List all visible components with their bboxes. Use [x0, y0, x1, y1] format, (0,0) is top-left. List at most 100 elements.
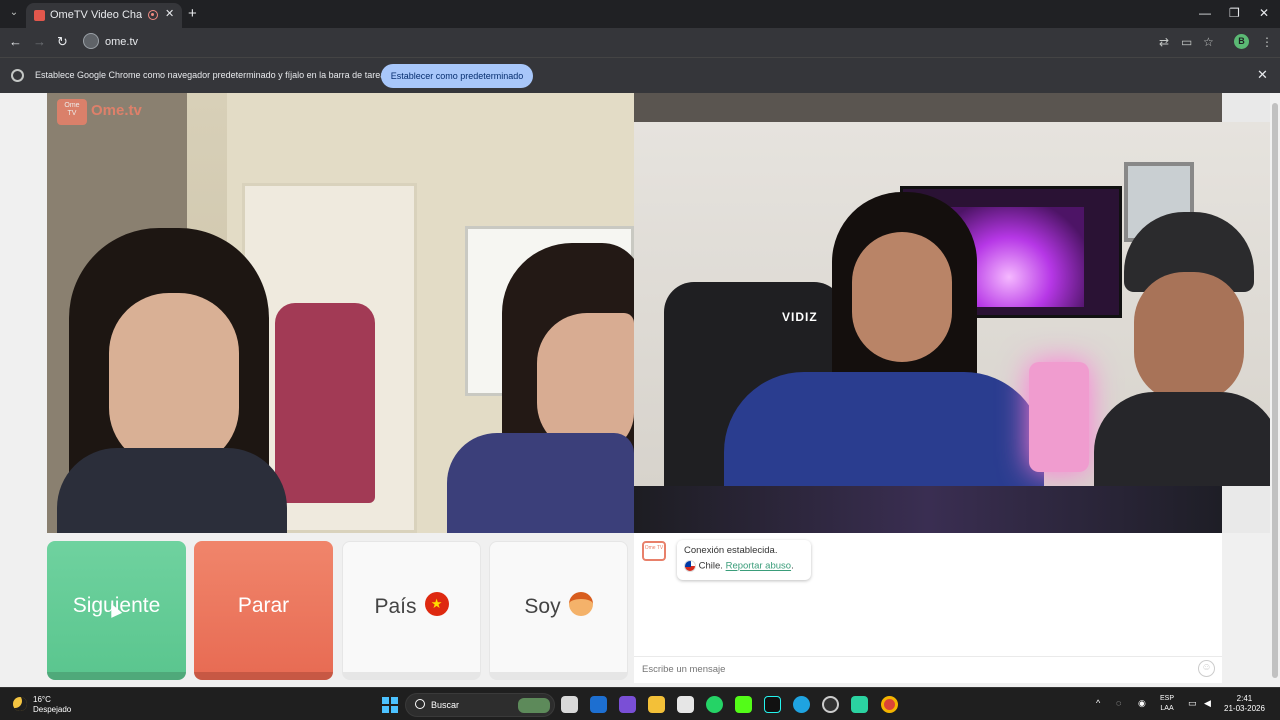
tray-display-icon[interactable]: ▭	[1188, 698, 1197, 709]
local-video-person1-shirt	[57, 448, 287, 533]
language-code: ESP	[1160, 695, 1175, 702]
remote-video-bottom-strip	[634, 486, 1222, 533]
country-button-label: País	[374, 595, 417, 618]
emoji-smile-icon[interactable]: ☺	[1198, 660, 1215, 677]
chrome-taskbar-icon[interactable]	[881, 696, 898, 713]
remote-video-frame: VIDIZ	[634, 122, 1270, 492]
taskbar-clock[interactable]: 2:41 21-03-2026	[1224, 694, 1265, 714]
keyboard-layout: LAA	[1160, 705, 1174, 712]
browser-tab[interactable]: OmeTV Video Chat — Ome ✕	[26, 3, 182, 28]
infobar-close-icon[interactable]: ✕	[1257, 67, 1268, 83]
report-suffix: .	[791, 560, 794, 572]
ometv-favicon-icon	[34, 10, 45, 21]
clock-date: 21-03-2026	[1224, 704, 1265, 713]
search-highlight-icon	[518, 698, 550, 713]
kick-icon[interactable]	[735, 696, 752, 713]
chile-flag-icon	[684, 560, 696, 572]
china-flag-icon: ★	[424, 592, 449, 617]
chrome-icon	[11, 69, 24, 82]
remote-video-microphone	[1029, 362, 1089, 472]
window-minimize-button[interactable]: —	[1199, 6, 1211, 20]
tiktok-icon[interactable]	[764, 696, 781, 713]
clock-time: 2:41	[1236, 694, 1253, 703]
whatsapp-icon[interactable]	[706, 696, 723, 713]
remote-video: VIDIZ	[634, 93, 1270, 533]
tab-close-icon[interactable]: ✕	[165, 7, 174, 20]
ometv-page: Ome TV Ome.tv VIDIZ Siguiente Parar País…	[0, 93, 1270, 687]
remote-video-top-strip	[634, 93, 1222, 122]
task-view-icon[interactable]	[561, 696, 578, 713]
tray-network-icon[interactable]: ◌	[1116, 698, 1121, 708]
report-abuse-link[interactable]: Reportar abuso	[726, 561, 791, 572]
windows-taskbar: 16°C Despejado Buscar ^ ◌ ◉ ESP LAA ▭ ◀ …	[0, 687, 1280, 720]
site-info-icon[interactable]	[83, 33, 99, 49]
remote-video-man-shirt	[1094, 392, 1270, 486]
ometv-logo-tv-icon: Ome TV	[57, 99, 87, 125]
cast-icon[interactable]: ▭	[1181, 35, 1192, 49]
tab-search-icon[interactable]: ⌄	[6, 5, 22, 21]
profile-avatar[interactable]: B	[1234, 34, 1249, 49]
local-video-person1-face	[109, 293, 239, 468]
copilot-icon[interactable]	[619, 696, 636, 713]
local-video: Ome TV Ome.tv	[47, 93, 634, 533]
gender-button-label: Soy	[524, 595, 561, 618]
forward-icon[interactable]: →	[33, 34, 46, 49]
reload-icon[interactable]: ↻	[57, 34, 68, 50]
local-video-person2-face	[537, 313, 634, 453]
address-bar[interactable]: ome.tv	[105, 36, 138, 48]
outlook-icon[interactable]	[590, 696, 607, 713]
window-close-button[interactable]: ✕	[1259, 6, 1269, 20]
partner-country: Chile.	[698, 560, 723, 572]
settings-gear-icon[interactable]	[822, 696, 839, 713]
set-default-button[interactable]: Establecer como predeterminado	[381, 64, 533, 88]
chat-input-bar: ☺	[634, 656, 1222, 680]
connection-status-text: Conexión establecida.	[684, 545, 778, 556]
back-icon[interactable]: ←	[9, 34, 22, 49]
infobar-message: Establece Google Chrome como navegador p…	[35, 70, 390, 80]
tray-mic-icon[interactable]: ◉	[1138, 698, 1146, 709]
tray-volume-icon[interactable]: ◀	[1204, 698, 1211, 709]
remote-video-man-face	[1134, 272, 1244, 402]
gender-button[interactable]: Soy	[489, 541, 628, 680]
bookmark-star-icon[interactable]: ☆	[1203, 35, 1214, 49]
weather-condition: Despejado	[33, 705, 72, 714]
language-indicator[interactable]: ESP LAA	[1160, 694, 1174, 714]
chat-ometv-logo-icon: Ome TV	[642, 541, 666, 561]
translate-icon[interactable]: ⇄	[1159, 35, 1169, 49]
remote-video-woman-shirt	[724, 372, 1044, 486]
browser-toolbar: ← → ↻ ome.tv ⇄ ▭ ☆ B ⋮	[0, 28, 1280, 57]
default-browser-infobar: Establece Google Chrome como navegador p…	[0, 57, 1280, 93]
window-maximize-button[interactable]: ❐	[1229, 6, 1240, 20]
weather-widget[interactable]: 16°C Despejado	[33, 695, 71, 715]
browser-tabstrip: ⌄ OmeTV Video Chat — Ome ✕ + — ❐ ✕	[0, 0, 1280, 28]
tray-overflow-icon[interactable]: ^	[1096, 698, 1100, 708]
country-button[interactable]: País ★	[342, 541, 481, 680]
app-icon[interactable]	[851, 696, 868, 713]
edge-icon[interactable]	[793, 696, 810, 713]
country-line: Chile. Reportar abuso.	[684, 560, 804, 572]
remote-video-woman-face	[852, 232, 952, 362]
taskbar-search[interactable]: Buscar	[405, 693, 555, 717]
page-scrollbar[interactable]	[1270, 93, 1280, 687]
chat-message-input[interactable]	[642, 661, 1182, 677]
tab-title: OmeTV Video Chat — Ome	[50, 9, 142, 21]
local-video-jacket	[275, 303, 375, 503]
menu-kebab-icon[interactable]: ⋮	[1261, 35, 1273, 49]
stop-button-label: Parar	[237, 594, 290, 617]
file-explorer-icon[interactable]	[648, 696, 665, 713]
search-icon	[415, 699, 425, 709]
windows-start-icon[interactable]	[382, 697, 398, 713]
taskbar-search-label: Buscar	[431, 700, 460, 710]
local-video-person2-shirt	[447, 433, 634, 533]
remote-video-chair-label: VIDIZ	[782, 310, 818, 324]
weather-temperature: 16°C	[33, 695, 51, 704]
weather-moon-icon[interactable]	[13, 697, 27, 711]
recording-indicator-icon	[148, 10, 158, 20]
store-icon[interactable]	[677, 696, 694, 713]
ometv-logo-text: Ome.tv	[91, 102, 142, 119]
new-tab-button[interactable]: +	[188, 5, 197, 22]
scrollbar-thumb[interactable]	[1272, 103, 1278, 678]
boy-emoji-icon	[568, 592, 593, 617]
stop-button[interactable]: Parar	[194, 541, 333, 680]
system-message: Conexión establecida. Chile. Reportar ab…	[677, 540, 811, 580]
